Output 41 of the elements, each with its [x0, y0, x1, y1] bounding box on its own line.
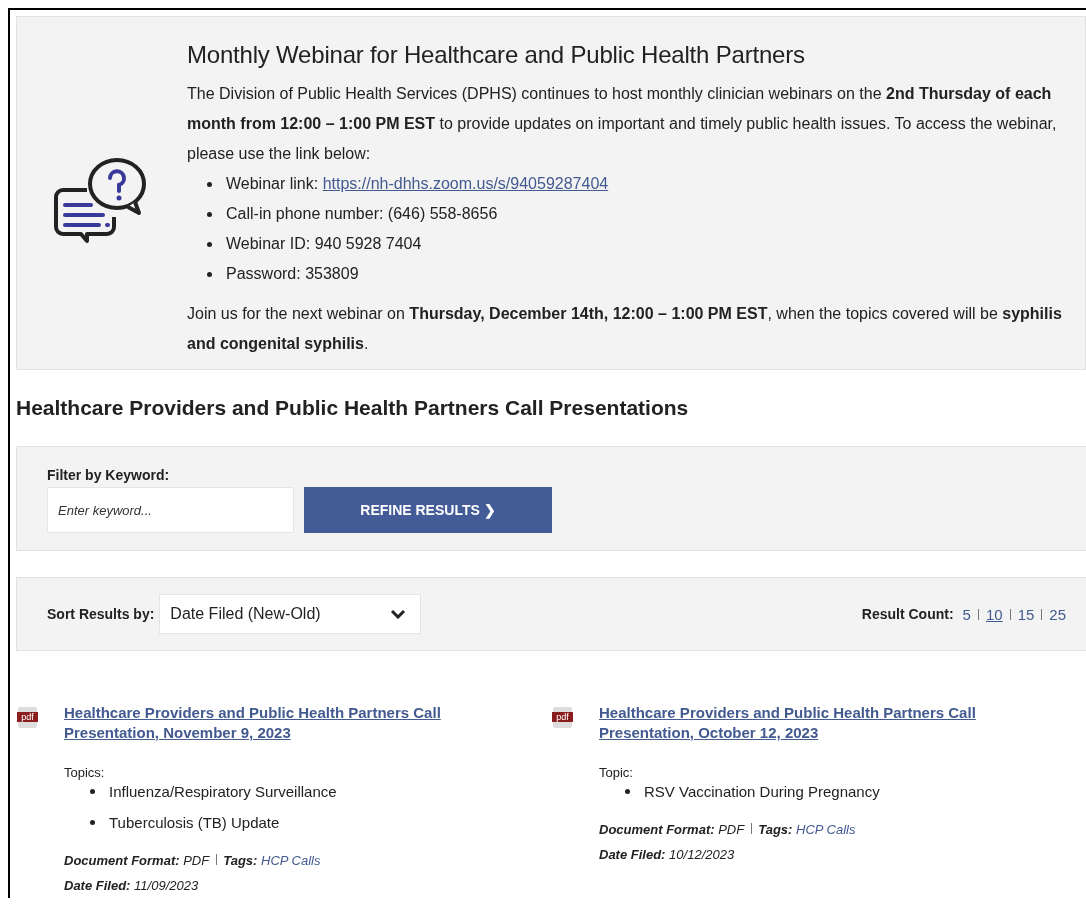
date-value: 10/12/2023	[669, 847, 735, 862]
webinar-link[interactable]: https://nh-dhhs.zoom.us/s/94059287404	[322, 175, 609, 192]
detail-item: Password: 353809	[226, 264, 359, 284]
tags-label: Tags:	[758, 822, 793, 837]
topic-item: Influenza/Respiratory Surveillance	[109, 782, 337, 802]
result-count-link[interactable]: 10	[981, 605, 1007, 623]
format-value: PDF	[183, 853, 209, 868]
topics-label: Topics:	[64, 765, 106, 780]
detail-item: Webinar ID: 940 5928 7404	[226, 234, 422, 254]
keyword-field[interactable]: Enter keyword...	[47, 487, 294, 533]
refine-results-button[interactable]: REFINE RESULTS ❯	[304, 487, 552, 533]
intro-paragraph: The Division of Public Health Services (DPHS) continues to host monthly clinician webinars on the 2nd Thursday of each month from 12:00 – 1:00 PM EST to provide updates on important and timely public health issues. To access the webinar, please use the link below:	[187, 84, 1058, 164]
webinar-title: Monthly Webinar for Healthcare and Public Health Partners	[187, 41, 806, 69]
tags-label: Tags:	[223, 853, 258, 868]
tag-link[interactable]: HCP Calls	[796, 822, 856, 837]
topics-label: Topic:	[599, 765, 634, 780]
detail-item: Webinar link: https://nh-dhhs.zoom.us/s/94059287404	[226, 174, 609, 194]
chevron-down-icon	[390, 609, 407, 619]
date-value: 11/09/2023	[134, 878, 199, 893]
format-value: PDF	[718, 822, 744, 837]
detail-item: Call-in phone number: (646) 558-8656	[226, 204, 498, 224]
tag-link[interactable]: HCP Calls	[261, 853, 321, 868]
closing-paragraph: Join us for the next webinar on Thursday, December 14th, 12:00 – 1:00 PM EST, when the topics covered will be syphilis and congenital syphilis.	[187, 304, 1063, 354]
pdf-file-icon: pdf	[553, 707, 572, 728]
section-title: Healthcare Providers and Public Health Partners Call Presentations	[16, 396, 690, 420]
format-label: Document Format:	[64, 853, 180, 868]
result-count-label: Result Count:	[861, 606, 954, 622]
sort-label: Sort Results by:	[47, 606, 155, 622]
date-label: Date Filed:	[599, 847, 666, 862]
topic-item: RSV Vaccination During Pregnancy	[644, 782, 880, 802]
result-count-link[interactable]: 15	[1013, 605, 1039, 623]
date-label: Date Filed:	[64, 878, 131, 893]
document-link[interactable]: Healthcare Providers and Public Health Partners Call Presentation, October 12, 2023	[599, 703, 999, 743]
topic-item: Tuberculosis (TB) Update	[109, 813, 280, 833]
pdf-file-icon: pdf	[18, 707, 37, 728]
format-label: Document Format:	[599, 822, 715, 837]
result-count-link[interactable]: 25	[1045, 605, 1070, 623]
document-link[interactable]: Healthcare Providers and Public Health Partners Call Presentation, November 9, 2023	[64, 703, 464, 743]
filter-label: Filter by Keyword:	[47, 467, 171, 483]
sort-dropdown[interactable]: Date Filed (New-Old)	[159, 594, 422, 634]
result-count-link[interactable]: 5	[958, 605, 975, 623]
